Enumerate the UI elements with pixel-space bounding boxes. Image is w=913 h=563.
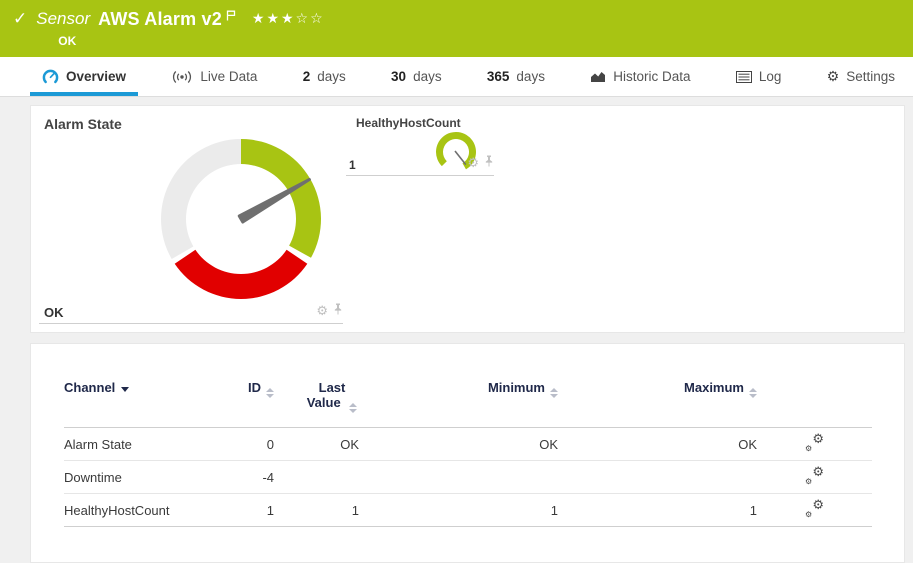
cell-id: 0 (209, 428, 274, 461)
sensor-kind-label: Sensor (36, 8, 90, 30)
sensor-title: AWS Alarm v2 (98, 8, 222, 30)
content-area: Alarm State OK ⚙ HealthyHostCount 1 (0, 97, 913, 563)
column-header-last-value[interactable]: Last Value (274, 380, 359, 428)
pin-icon[interactable] (333, 302, 343, 320)
table-row-alarm-state[interactable]: Alarm State 0 OK OK OK ⚙⚙ (64, 428, 872, 461)
tab-30-days-label: days (413, 69, 442, 84)
cell-id: -4 (209, 461, 274, 494)
column-header-maximum-label: Maximum (684, 380, 744, 395)
sensor-title-block: Sensor AWS Alarm v2 ★★★☆☆ OK (36, 8, 324, 48)
healthy-host-count-gauge-value: 1 (346, 158, 356, 172)
alarm-state-gauge-title: Alarm State (44, 116, 122, 132)
tab-2-days[interactable]: 2 days (291, 57, 358, 96)
alarm-state-gauge-footer: OK ⚙ (39, 300, 343, 324)
column-header-id-label: ID (248, 380, 261, 395)
tab-2-days-label: days (317, 69, 346, 84)
column-header-actions (757, 380, 872, 428)
tab-overview-label: Overview (66, 69, 126, 84)
channel-settings-gears-icon[interactable]: ⚙⚙ (805, 434, 824, 451)
gauge-settings-gear-icon[interactable]: ⚙ (467, 157, 479, 169)
sort-icon[interactable] (749, 388, 757, 398)
alarm-state-gauge (161, 139, 321, 299)
gauge-segment-gray (161, 139, 241, 259)
cell-last-value: OK (274, 428, 359, 461)
channels-table: Channel ID Last Value Minimum Maximum (64, 380, 872, 527)
tab-log[interactable]: Log (724, 57, 794, 96)
status-check-icon: ✓ (13, 8, 27, 30)
live-data-icon (171, 70, 193, 84)
tab-settings-label: Settings (846, 69, 895, 84)
tab-365-days[interactable]: 365 days (475, 57, 557, 96)
alarm-state-gauge-value: OK (39, 305, 64, 320)
gauge-settings-gear-icon[interactable]: ⚙ (316, 305, 328, 317)
tab-live-data[interactable]: Live Data (159, 57, 269, 96)
tab-365-days-number: 365 (487, 69, 510, 84)
channel-settings-gears-icon[interactable]: ⚙⚙ (805, 467, 824, 484)
tab-overview[interactable]: Overview (30, 57, 138, 96)
table-row-downtime[interactable]: Downtime -4 ⚙⚙ (64, 461, 872, 494)
sort-icon[interactable] (349, 403, 357, 413)
tab-2-days-number: 2 (303, 69, 311, 84)
cell-channel[interactable]: Alarm State (64, 428, 209, 461)
cell-last-value (274, 461, 359, 494)
tab-bar: Overview Live Data 2 days 30 days 365 da… (0, 57, 913, 97)
sort-descending-icon[interactable] (121, 387, 129, 392)
column-header-channel[interactable]: Channel (64, 380, 209, 428)
tab-30-days[interactable]: 30 days (379, 57, 454, 96)
cell-minimum: OK (359, 428, 558, 461)
gauge-segment-red (175, 250, 308, 299)
cell-maximum: 1 (558, 494, 757, 527)
column-header-minimum-label: Minimum (488, 380, 545, 395)
tab-settings[interactable]: ⚙ Settings (815, 57, 907, 96)
priority-stars[interactable]: ★★★☆☆ (252, 8, 325, 28)
sort-icon[interactable] (550, 388, 558, 398)
healthy-host-count-gauge-footer: 1 ⚙ (346, 150, 494, 176)
column-header-id[interactable]: ID (209, 380, 274, 428)
flag-icon[interactable] (226, 6, 236, 28)
cell-maximum: OK (558, 428, 757, 461)
cell-maximum (558, 461, 757, 494)
channels-panel: Channel ID Last Value Minimum Maximum (30, 343, 905, 563)
tab-365-days-label: days (516, 69, 545, 84)
tab-30-days-number: 30 (391, 69, 406, 84)
tab-log-label: Log (759, 69, 782, 84)
table-header-row: Channel ID Last Value Minimum Maximum (64, 380, 872, 428)
cell-last-value: 1 (274, 494, 359, 527)
historic-data-icon (590, 70, 606, 83)
sensor-status-text: OK (58, 34, 324, 48)
tab-live-data-label: Live Data (200, 69, 257, 84)
gauge-icon (42, 69, 59, 85)
gauges-panel: Alarm State OK ⚙ HealthyHostCount 1 (30, 105, 905, 333)
sort-icon[interactable] (266, 388, 274, 398)
cell-channel[interactable]: HealthyHostCount (64, 494, 209, 527)
column-header-last-value-label: Last Value (307, 380, 346, 410)
settings-gear-icon: ⚙ (827, 68, 840, 85)
cell-minimum: 1 (359, 494, 558, 527)
sensor-status-header: ✓ Sensor AWS Alarm v2 ★★★☆☆ OK (0, 0, 913, 57)
cell-id: 1 (209, 494, 274, 527)
tab-historic-data-label: Historic Data (613, 69, 690, 84)
channel-settings-gears-icon[interactable]: ⚙⚙ (805, 500, 824, 517)
log-icon (736, 71, 752, 83)
tab-historic-data[interactable]: Historic Data (578, 57, 702, 96)
table-row-healthy-host-count[interactable]: HealthyHostCount 1 1 1 1 ⚙⚙ (64, 494, 872, 527)
column-header-channel-label: Channel (64, 380, 115, 395)
column-header-minimum[interactable]: Minimum (359, 380, 558, 428)
column-header-maximum[interactable]: Maximum (558, 380, 757, 428)
cell-channel[interactable]: Downtime (64, 461, 209, 494)
pin-icon[interactable] (484, 154, 494, 172)
cell-minimum (359, 461, 558, 494)
